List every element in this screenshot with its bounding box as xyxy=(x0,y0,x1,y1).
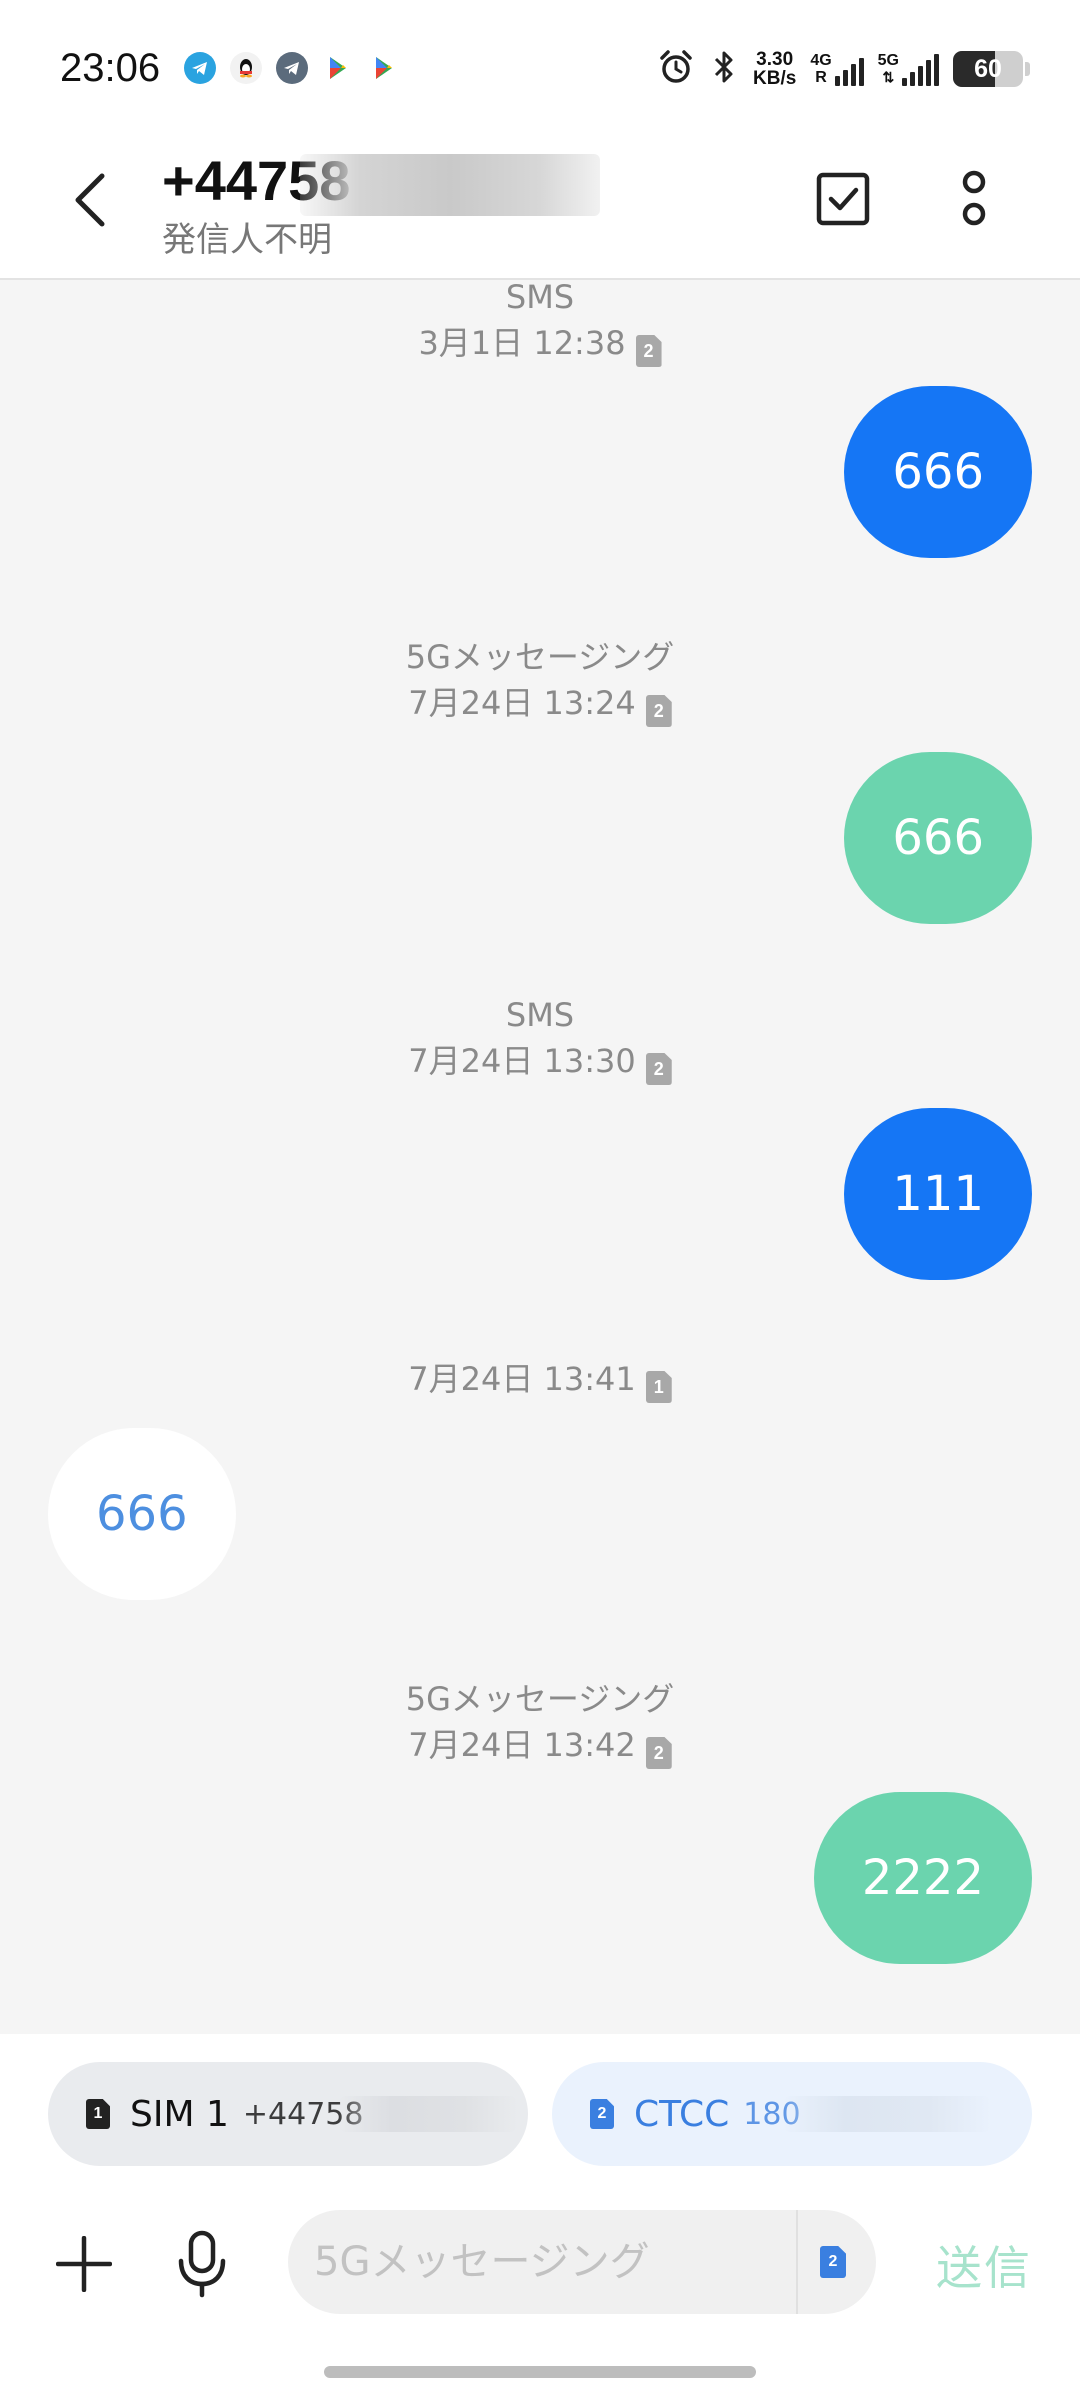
microphone-icon xyxy=(178,2230,226,2298)
back-button[interactable] xyxy=(60,167,120,233)
send-button[interactable]: 送信 xyxy=(936,2232,1032,2298)
message-timestamp: 7月24日 13:24 xyxy=(408,684,636,722)
status-bar: 23:06 3.30 KB/s 4G R 5G ⇅ 60 xyxy=(0,0,1080,130)
sim-card-icon: 2 xyxy=(590,2099,614,2129)
sim2-signal: 5G ⇅ xyxy=(878,52,939,86)
sim-card-icon: 2 xyxy=(645,1053,672,1085)
sim-name: CTCC xyxy=(634,2093,730,2135)
alarm-icon xyxy=(657,48,695,90)
compose-divider xyxy=(796,2210,798,2314)
message-bubble-outgoing[interactable]: 666 xyxy=(844,386,1032,558)
signal-bars-icon xyxy=(834,54,864,86)
network-speed: 3.30 KB/s xyxy=(753,49,797,89)
message-service: 5Gメッセージング xyxy=(405,1680,675,1718)
message-bubble-outgoing[interactable]: 111 xyxy=(844,1108,1032,1280)
battery-icon: 60 xyxy=(953,51,1023,87)
sim-card-icon: 2 xyxy=(635,335,662,367)
message-thread[interactable]: SMS 3月1日 12:38 2 666 5Gメッセージング 7月24日 13:2… xyxy=(0,278,1080,2034)
message-service: 5Gメッセージング xyxy=(405,638,675,676)
contact-status: 発信人不明 xyxy=(162,220,332,260)
bluetooth-icon xyxy=(709,48,739,90)
sim-card-icon: 2 xyxy=(645,1737,672,1769)
sim1-signal: 4G R xyxy=(810,52,864,86)
status-indicators: 3.30 KB/s 4G R 5G ⇅ 60 xyxy=(657,46,1030,92)
message-meta: 5Gメッセージング 7月24日 13:24 2 xyxy=(0,634,1080,727)
redaction-blur xyxy=(300,154,600,216)
message-bubble-incoming[interactable]: 666 xyxy=(48,1428,236,1600)
telegram-icon xyxy=(184,52,216,84)
add-attachment-button[interactable] xyxy=(52,2232,116,2296)
play-store-icon xyxy=(322,52,354,84)
sim2-button[interactable]: 2 CTCC 180 xyxy=(552,2062,1032,2166)
status-time: 23:06 xyxy=(60,46,161,90)
sim-card-icon: 1 xyxy=(645,1371,672,1403)
more-options-button[interactable] xyxy=(944,164,1004,234)
notification-icons xyxy=(184,52,400,84)
sim-card-icon: 2 xyxy=(645,695,672,727)
voice-input-button[interactable] xyxy=(170,2228,234,2300)
redaction-blur xyxy=(782,2096,992,2132)
chevron-left-icon xyxy=(75,173,105,227)
message-timestamp: 7月24日 13:30 xyxy=(408,1042,636,1080)
message-meta: SMS 3月1日 12:38 2 xyxy=(0,274,1080,367)
checkbox-icon xyxy=(816,172,870,226)
message-bubble-outgoing[interactable]: 2222 xyxy=(813,1792,1032,1964)
sim1-button[interactable]: 1 SIM 1 +44758 xyxy=(48,2062,528,2166)
signal-bars-icon xyxy=(902,54,939,86)
message-meta: 7月24日 13:41 1 xyxy=(0,1356,1080,1403)
message-compose-field[interactable]: 2 xyxy=(288,2210,876,2314)
more-vertical-icon xyxy=(962,170,986,226)
message-meta: SMS 7月24日 13:30 2 xyxy=(0,992,1080,1085)
play-store-icon xyxy=(368,52,400,84)
message-timestamp: 3月1日 12:38 xyxy=(418,324,626,362)
message-service: SMS xyxy=(505,996,575,1034)
sim-switch-icon[interactable]: 2 xyxy=(820,2246,846,2278)
message-service: SMS xyxy=(505,278,575,316)
select-messages-button[interactable] xyxy=(812,168,874,230)
sim-card-icon: 1 xyxy=(86,2099,110,2129)
message-timestamp: 7月24日 13:42 xyxy=(408,1726,636,1764)
telegram-icon xyxy=(276,52,308,84)
sim-name: SIM 1 xyxy=(130,2093,229,2135)
home-indicator[interactable] xyxy=(324,2366,756,2378)
plus-icon xyxy=(56,2236,112,2292)
redaction-blur xyxy=(338,2096,518,2132)
message-meta: 5Gメッセージング 7月24日 13:42 2 xyxy=(0,1676,1080,1769)
message-bubble-outgoing[interactable]: 666 xyxy=(844,752,1032,924)
conversation-header: +44758 発信人不明 xyxy=(0,130,1080,280)
message-timestamp: 7月24日 13:41 xyxy=(408,1360,636,1398)
qq-icon xyxy=(230,52,262,84)
message-input[interactable] xyxy=(314,2210,774,2314)
